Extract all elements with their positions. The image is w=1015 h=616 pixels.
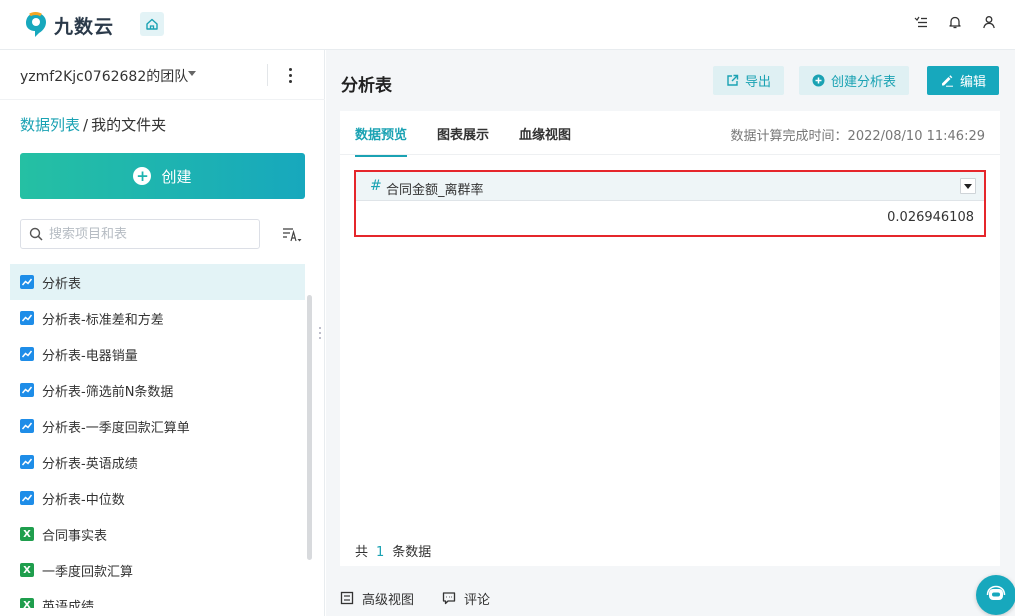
caret-down-icon[interactable] <box>188 71 196 76</box>
breadcrumb-root-link[interactable]: 数据列表 <box>20 116 80 134</box>
row-count: 共 1 条数据 <box>355 541 431 560</box>
list-item-label: 一季度回款汇算 <box>42 564 134 580</box>
column-dropdown-button[interactable] <box>960 178 976 194</box>
search-box <box>20 219 260 249</box>
excel-icon: X <box>20 527 34 541</box>
tab-lineage-view[interactable]: 血缘视图 <box>519 124 571 157</box>
tab-data-preview[interactable]: 数据预览 <box>355 124 408 157</box>
list-item-label: 分析表 <box>42 276 82 292</box>
plus-circle-icon: + <box>133 167 152 185</box>
home-button[interactable] <box>140 12 164 36</box>
bell-icon <box>949 16 961 29</box>
advanced-view-label: 高级视图 <box>362 592 415 608</box>
sort-az-icon[interactable] <box>282 226 302 244</box>
list-item-label: 分析表-筛选前N条数据 <box>42 384 174 400</box>
divider <box>267 64 268 86</box>
more-vertical-icon[interactable] <box>284 64 296 86</box>
sidebar-scrollbar[interactable] <box>307 295 312 560</box>
export-icon <box>727 74 739 86</box>
list-item[interactable]: 分析表-英语成绩 <box>10 444 305 480</box>
data-panel: 数据预览 图表展示 血缘视图 数据计算完成时间：2022/08/10 11:46… <box>340 111 1000 566</box>
list-item[interactable]: X 一季度回款汇算 <box>10 552 305 588</box>
user-icon <box>983 16 995 29</box>
list-item-label: 英语成绩 <box>42 600 95 608</box>
number-type-icon: # <box>370 178 382 194</box>
chart-icon <box>20 455 34 469</box>
row-count-number: 1 <box>376 545 385 560</box>
chart-icon <box>20 347 34 361</box>
calc-time: 数据计算完成时间：2022/08/10 11:46:29 <box>730 129 985 144</box>
user-button[interactable] <box>981 14 997 30</box>
list-item-label: 分析表-一季度回款汇算单 <box>42 420 190 436</box>
excel-icon: X <box>20 563 34 577</box>
file-list: 分析表 分析表-标准差和方差 分析表-电器销量 分析表-筛选前N条数据 分析表-… <box>10 264 305 608</box>
app-logo[interactable]: 九数云 <box>24 10 114 40</box>
view-tabs: 数据预览 图表展示 血缘视图 <box>355 124 571 157</box>
list-item[interactable]: 分析表-标准差和方差 <box>10 300 305 336</box>
excel-icon: X <box>20 598 34 608</box>
create-button-label: 创建 <box>161 167 192 186</box>
edit-button-label: 编辑 <box>960 75 987 90</box>
comment-label: 评论 <box>464 592 491 608</box>
breadcrumb-separator: / <box>83 116 89 134</box>
column-header[interactable]: # 合同金额_离群率 <box>356 172 984 201</box>
list-item-label: 合同事实表 <box>42 528 108 544</box>
table-cell: 0.026946108 <box>887 210 974 225</box>
list-item-label: 分析表-中位数 <box>42 492 125 508</box>
main-content: 分析表 导出 创建分析表 编辑 数据预览 图表展示 血缘视图 数据计算完成时间：… <box>326 50 1015 616</box>
home-icon <box>146 18 158 30</box>
logo-icon <box>26 12 46 37</box>
row-count-suffix: 条数据 <box>392 545 432 560</box>
comment-button[interactable]: 评论 <box>442 580 490 616</box>
tab-divider <box>340 154 1000 155</box>
breadcrumb: 数据列表 / 我的文件夹 <box>20 114 166 135</box>
list-item[interactable]: X 英语成绩 <box>10 588 305 608</box>
resize-handle[interactable] <box>319 327 322 339</box>
chart-icon <box>20 311 34 325</box>
edit-button[interactable]: 编辑 <box>927 66 1000 95</box>
create-analysis-button-label: 创建分析表 <box>831 75 897 90</box>
pencil-icon <box>942 75 953 87</box>
advanced-view-button[interactable]: 高级视图 <box>340 580 414 616</box>
advanced-view-icon <box>340 591 354 605</box>
chart-icon <box>20 275 34 289</box>
top-header: 九数云 <box>0 0 1015 50</box>
data-table: # 合同金额_离群率 0.026946108 <box>354 170 986 237</box>
breadcrumb-current: 我的文件夹 <box>91 116 167 134</box>
chat-icon <box>986 585 1006 600</box>
list-item-label: 分析表-电器销量 <box>42 348 138 364</box>
search-icon <box>29 227 43 241</box>
team-selector[interactable]: yzmf2Kjc0762682的团队 <box>0 50 325 100</box>
chart-icon <box>20 419 34 433</box>
create-button[interactable]: + 创建 <box>20 153 305 199</box>
tab-chart-display[interactable]: 图表展示 <box>437 124 489 157</box>
list-item[interactable]: 分析表-电器销量 <box>10 336 305 372</box>
bottom-bar: 高级视图 评论 <box>340 580 490 616</box>
plus-circle-icon <box>812 74 825 87</box>
create-analysis-button[interactable]: 创建分析表 <box>799 66 910 95</box>
column-name: 合同金额_离群率 <box>386 183 484 198</box>
search-input[interactable] <box>49 224 249 244</box>
chart-icon <box>20 491 34 505</box>
list-item[interactable]: 分析表 <box>10 264 305 300</box>
page-title: 分析表 <box>341 76 392 96</box>
export-button-label: 导出 <box>745 75 772 90</box>
list-item[interactable]: 分析表-筛选前N条数据 <box>10 372 305 408</box>
list-item[interactable]: X 合同事实表 <box>10 516 305 552</box>
export-button[interactable]: 导出 <box>713 66 785 95</box>
list-item-label: 分析表-标准差和方差 <box>42 312 164 328</box>
list-item[interactable]: 分析表-中位数 <box>10 480 305 516</box>
sidebar: yzmf2Kjc0762682的团队 数据列表/我的文件夹 + 创建 分析表 分… <box>0 50 325 616</box>
list-item[interactable]: 分析表-一季度回款汇算单 <box>10 408 305 444</box>
row-count-prefix: 共 <box>355 545 369 560</box>
list-item-label: 分析表-英语成绩 <box>42 456 138 472</box>
task-list-button[interactable] <box>913 14 929 30</box>
notification-button[interactable] <box>947 14 963 30</box>
team-name: yzmf2Kjc0762682的团队 <box>20 69 189 85</box>
chart-icon <box>20 383 34 397</box>
app-name: 九数云 <box>54 15 115 38</box>
comment-icon <box>442 592 456 605</box>
task-list-icon <box>914 16 927 28</box>
customer-service-button[interactable] <box>976 575 1015 615</box>
